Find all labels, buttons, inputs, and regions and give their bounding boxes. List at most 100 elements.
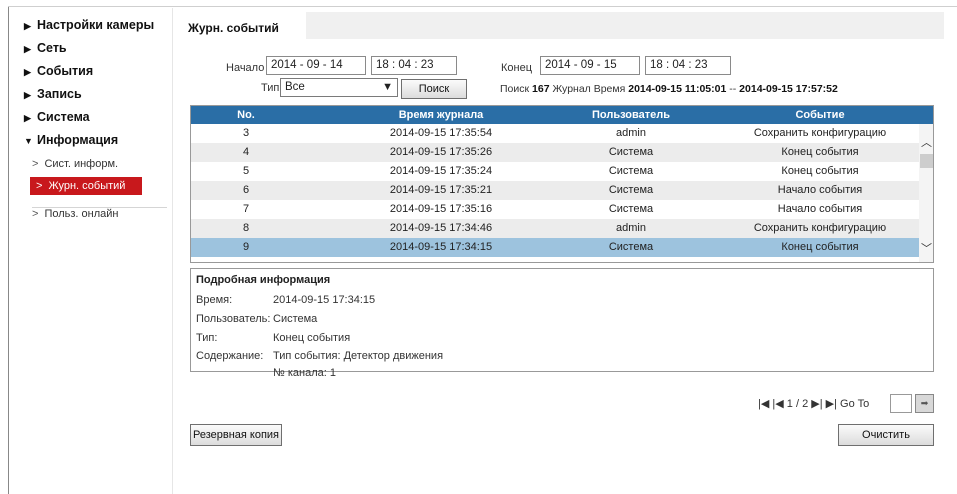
summary-count: 167 [532, 83, 550, 95]
start-date-field[interactable]: 2014 - 09 - 14 [266, 56, 366, 75]
first-page-icon[interactable]: |◀ [758, 398, 769, 410]
sidebar-item-events[interactable]: ▶ События [24, 64, 93, 78]
prev-page-icon[interactable]: |◀ [772, 398, 783, 410]
chevron-right-icon: > [32, 208, 39, 220]
table-row-selected[interactable]: 9 2014-09-15 17:34:15 Система Конец собы… [191, 238, 919, 257]
detail-channel-value: № канала: 1 [273, 367, 336, 379]
sidebar-subitem-event-log[interactable]: > Журн. событий [30, 177, 142, 195]
type-select-value: Все [285, 81, 305, 93]
sidebar-item-label: События [37, 64, 94, 78]
sidebar-item-record[interactable]: ▶ Запись [24, 87, 82, 101]
page-indicator: 1 / 2 [786, 398, 809, 410]
goto-label: Go To [840, 398, 870, 410]
triangle-right-icon: ▶ [24, 21, 31, 31]
summary-sep: -- [729, 83, 737, 95]
detail-title: Подробная информация [196, 274, 331, 286]
detail-time-value: 2014-09-15 17:34:15 [273, 294, 376, 306]
cell-user: admin [616, 127, 646, 139]
cell-time: 2014-09-15 17:35:54 [389, 127, 493, 139]
sidebar-subitem-label: Польз. онлайн [44, 208, 119, 220]
table-row[interactable]: 5 2014-09-15 17:35:24 Система Конец собы… [191, 162, 919, 181]
cell-time: 2014-09-15 17:35:16 [389, 203, 493, 215]
table-row[interactable]: 3 2014-09-15 17:35:54 admin Сохранить ко… [191, 124, 919, 143]
table-row[interactable]: 6 2014-09-15 17:35:21 Система Начало соб… [191, 181, 919, 200]
end-date-field[interactable]: 2014 - 09 - 15 [540, 56, 640, 75]
triangle-right-icon: ▶ [24, 44, 31, 54]
cell-time: 2014-09-15 17:35:26 [389, 146, 493, 158]
scroll-down-icon[interactable]: ﹀ [921, 240, 932, 256]
chevron-right-icon: > [32, 158, 39, 170]
goto-arrow-icon[interactable]: ➡ [915, 394, 934, 413]
cell-event: Сохранить конфигурацию [753, 127, 887, 139]
frame-top-line [8, 6, 957, 7]
event-log-table: No. Время журнала Пользователь Событие 3… [190, 105, 934, 263]
sidebar-item-label: Настройки камеры [37, 18, 155, 32]
cell-event: Сохранить конфигурацию [753, 222, 887, 234]
table-scrollbar[interactable]: ︿ ﹀ [919, 124, 933, 262]
summary-to: 2014-09-15 17:57:52 [739, 83, 838, 95]
triangle-right-icon: ▶ [24, 67, 31, 77]
cell-user: Система [608, 184, 654, 196]
cell-user: Система [608, 241, 654, 253]
next-page-icon[interactable]: ▶| [811, 398, 822, 410]
cell-no: 9 [242, 241, 250, 253]
cell-user: Система [608, 165, 654, 177]
cell-no: 7 [242, 203, 250, 215]
cell-no: 8 [242, 222, 250, 234]
summary-from: 2014-09-15 11:05:01 [628, 83, 727, 95]
detail-content-label: Содержание: [196, 350, 264, 362]
sidebar-item-system[interactable]: ▶ Система [24, 110, 90, 124]
cell-time: 2014-09-15 17:35:21 [389, 184, 493, 196]
sidebar-subitem-label: Журн. событий [48, 180, 126, 192]
tab-event-log[interactable]: Журн. событий [174, 12, 306, 39]
chevron-down-icon: ▼ [382, 81, 393, 93]
column-header-time[interactable]: Время журнала [341, 109, 541, 121]
cell-event: Конец события [781, 241, 859, 253]
cell-time: 2014-09-15 17:35:24 [389, 165, 493, 177]
search-summary: Поиск 167 Журнал Время 2014-09-15 11:05:… [500, 83, 838, 95]
start-time-field[interactable]: 18 : 04 : 23 [371, 56, 457, 75]
tab-content: Начало 2014 - 09 - 14 18 : 04 : 23 Конец… [174, 39, 944, 482]
triangle-down-icon: ▼ [24, 136, 33, 146]
cell-time: 2014-09-15 17:34:15 [389, 241, 493, 253]
search-button[interactable]: Поиск [401, 79, 467, 99]
sidebar: ▶ Настройки камеры ▶ Сеть ▶ События ▶ Запись… [10, 8, 173, 494]
table-row[interactable]: 4 2014-09-15 17:35:26 Система Конец собы… [191, 143, 919, 162]
cell-event: Конец события [781, 165, 859, 177]
cell-user: admin [616, 222, 646, 234]
triangle-right-icon: ▶ [24, 113, 31, 123]
scroll-up-icon[interactable]: ︿ [921, 134, 932, 150]
table-row[interactable]: 8 2014-09-15 17:34:46 admin Сохранить ко… [191, 219, 919, 238]
table-row[interactable]: 7 2014-09-15 17:35:16 Система Начало соб… [191, 200, 919, 219]
column-header-event[interactable]: Событие [721, 109, 919, 121]
sidebar-subitem-system-info[interactable]: > Сист. информ. [32, 158, 118, 170]
table-header: No. Время журнала Пользователь Событие [191, 106, 933, 124]
chevron-right-icon: > [36, 180, 43, 192]
sidebar-item-camera-settings[interactable]: ▶ Настройки камеры [24, 18, 154, 32]
last-page-icon[interactable]: ▶| [826, 398, 837, 410]
frame-left-line [8, 6, 9, 494]
cell-no: 6 [242, 184, 250, 196]
sidebar-item-label: Запись [37, 87, 82, 101]
end-time-field[interactable]: 18 : 04 : 23 [645, 56, 731, 75]
triangle-right-icon: ▶ [24, 90, 31, 100]
sidebar-item-network[interactable]: ▶ Сеть [24, 41, 67, 55]
sidebar-separator [172, 8, 173, 494]
cell-user: Система [608, 203, 654, 215]
main-panel: Журн. событий Начало 2014 - 09 - 14 18 :… [174, 12, 944, 482]
sidebar-item-information[interactable]: ▼ Информация [24, 133, 118, 147]
summary-prefix: Поиск [500, 83, 530, 95]
detail-content-value: Тип события: Детектор движения [273, 350, 444, 362]
scrollbar-thumb[interactable] [920, 154, 933, 168]
backup-button[interactable]: Резервная копия [190, 424, 282, 446]
sidebar-item-label: Информация [37, 133, 119, 147]
goto-page-input[interactable] [890, 394, 912, 413]
detail-type-label: Тип: [196, 332, 218, 344]
type-select[interactable]: Все ▼ [280, 78, 398, 97]
column-header-user[interactable]: Пользователь [551, 109, 711, 121]
sidebar-subitem-online-users[interactable]: > Польз. онлайн [32, 208, 118, 220]
clear-button[interactable]: Очистить [838, 424, 934, 446]
column-header-no[interactable]: No. [211, 109, 281, 121]
cell-event: Конец события [781, 146, 859, 158]
cell-no: 5 [242, 165, 250, 177]
